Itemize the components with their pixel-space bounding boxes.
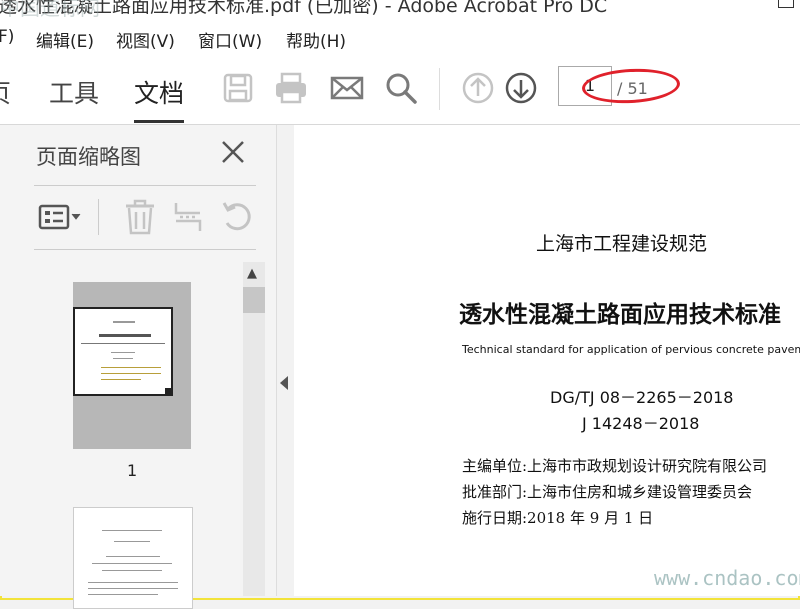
- rotate-icon[interactable]: [218, 197, 258, 237]
- close-icon[interactable]: [220, 139, 246, 165]
- doc-date: 施行日期:2018 年 9 月 1 日: [462, 509, 654, 527]
- resize-handle[interactable]: [165, 388, 171, 394]
- panel-title: 页面缩略图: [36, 145, 141, 169]
- panel-divider-2: [34, 249, 256, 250]
- main-toolbar: 页 工具 文档 1 / 51: [0, 54, 800, 125]
- thumb-text-line: [106, 556, 160, 557]
- document-page: 上海市工程建设规范 透水性混凝土路面应用技术标准 Technical stand…: [294, 125, 800, 596]
- scroll-thumb[interactable]: [243, 287, 265, 313]
- save-icon[interactable]: [220, 70, 256, 106]
- thumb-text-line: [101, 367, 161, 368]
- thumbnail-options-icon[interactable]: [38, 197, 84, 237]
- menu-edit[interactable]: 编辑(E): [36, 27, 94, 52]
- active-tab-indicator: [134, 120, 184, 123]
- print-icon[interactable]: [273, 70, 309, 106]
- delete-icon[interactable]: [120, 197, 160, 237]
- scroll-up-icon[interactable]: ▲: [247, 266, 257, 281]
- toolbar-separator: [439, 68, 440, 110]
- menu-help[interactable]: 帮助(H): [286, 27, 346, 52]
- title-bar: 透水性混凝土路面应用技术标准.pdf (已加密) - Adobe Acrobat…: [0, 0, 800, 22]
- thumb-text-line: [114, 541, 150, 542]
- window-restore-button[interactable]: [778, 0, 794, 8]
- thumb-text-line: [102, 570, 162, 571]
- tab-home[interactable]: 页: [0, 74, 11, 110]
- thumb-text-line: [113, 358, 133, 359]
- thumb-text-line: [92, 563, 172, 564]
- thumb-text-line: [111, 352, 135, 353]
- doc-header: 上海市工程建设规范: [536, 233, 708, 255]
- doc-code-2: J 14248－2018: [582, 414, 700, 433]
- page-down-icon[interactable]: [503, 70, 539, 106]
- tab-document[interactable]: 文档: [134, 74, 184, 110]
- thumbnail-panel: 页面缩略图 ▲ 1: [0, 125, 277, 609]
- watermark-top: 中国道标网: [0, 0, 100, 20]
- menu-view[interactable]: 视图(V): [116, 27, 175, 52]
- watermark-bottom: www.cndao.com: [654, 566, 800, 590]
- tab-tools[interactable]: 工具: [49, 74, 99, 110]
- menu-file[interactable]: F): [0, 27, 14, 47]
- panel-divider: [34, 185, 256, 186]
- doc-title: 透水性混凝土路面应用技术标准: [459, 302, 781, 328]
- doc-code-1: DG/TJ 08－2265－2018: [550, 388, 734, 407]
- doc-editor: 主编单位:上海市市政规划设计研究院有限公司: [462, 457, 768, 475]
- collapse-panel-arrow-icon[interactable]: [280, 376, 288, 390]
- thumb-text-line: [101, 379, 141, 380]
- thumbnail-page-2[interactable]: [73, 507, 193, 609]
- thumb-text-line: [102, 530, 162, 531]
- panel-tool-separator: [98, 199, 99, 235]
- thumbnail-page-1[interactable]: [73, 282, 191, 449]
- email-icon[interactable]: [329, 70, 365, 106]
- thumb-text-line: [99, 334, 151, 337]
- page-up-icon[interactable]: [460, 70, 496, 106]
- doc-approver: 批准部门:上海市住房和城乡建设管理委员会: [462, 483, 753, 501]
- search-icon[interactable]: [383, 70, 419, 106]
- thumbnail-page-preview: [73, 307, 173, 396]
- thumb-text-line: [113, 321, 135, 323]
- thumb-text-line: [101, 373, 161, 374]
- menu-bar: F) 编辑(E) 视图(V) 窗口(W) 帮助(H): [0, 22, 800, 54]
- doc-subtitle-en: Technical standard for application of pe…: [462, 343, 800, 356]
- thumbnail-1-label: 1: [127, 461, 138, 480]
- thumb-text-line: [88, 594, 158, 595]
- menu-window[interactable]: 窗口(W): [198, 27, 262, 52]
- thumbnail-scrollbar[interactable]: ▲: [243, 262, 265, 596]
- thumb-text-line: [88, 582, 178, 583]
- thumb-text-line: [81, 343, 165, 344]
- extract-icon[interactable]: [168, 197, 208, 237]
- thumb-text-line: [88, 588, 178, 589]
